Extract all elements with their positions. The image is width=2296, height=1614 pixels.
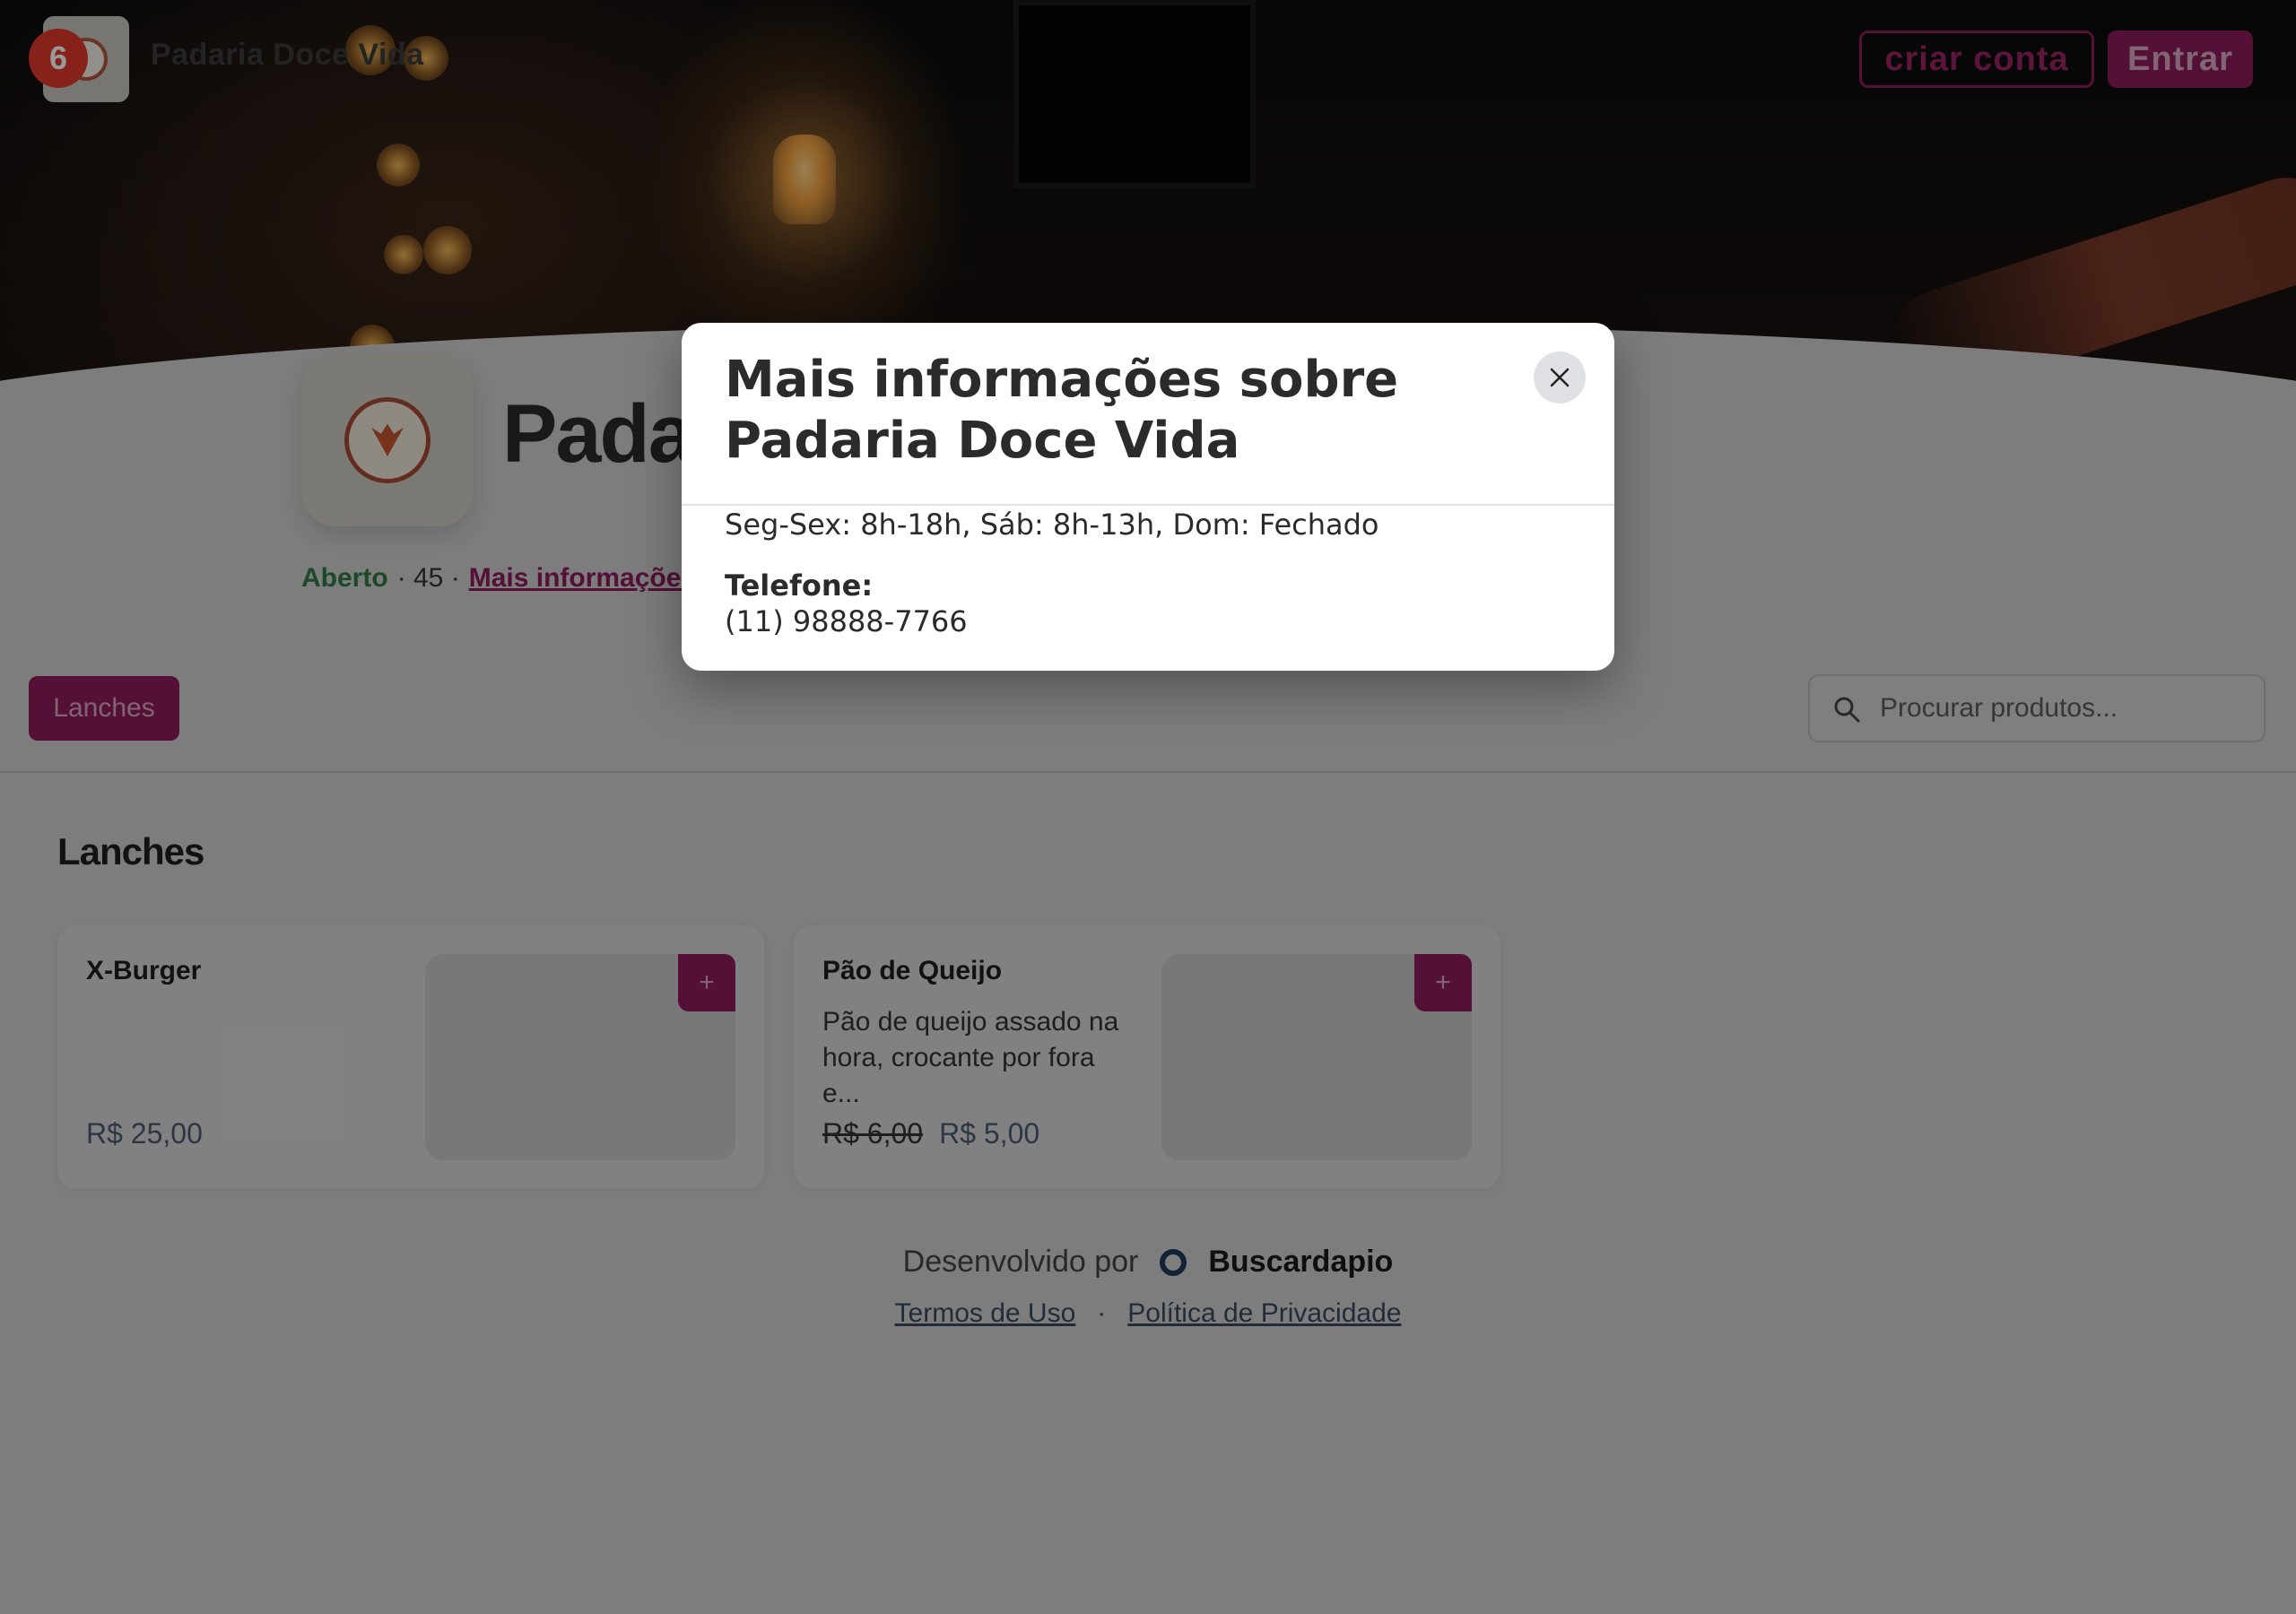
modal-backdrop[interactable] xyxy=(0,0,2296,1614)
close-button[interactable] xyxy=(1534,351,1586,404)
modal-separator xyxy=(682,504,1614,506)
phone-number: (11) 98888-7766 xyxy=(725,604,968,638)
modal-title: Mais informações sobre Padaria Doce Vida xyxy=(725,351,1399,470)
opening-hours: Seg-Sex: 8h-18h, Sáb: 8h-13h, Dom: Fecha… xyxy=(725,508,1379,542)
close-icon xyxy=(1550,368,1570,387)
info-modal: Mais informações sobre Padaria Doce Vida… xyxy=(682,323,1614,671)
phone-label: Telefone: xyxy=(725,568,874,603)
